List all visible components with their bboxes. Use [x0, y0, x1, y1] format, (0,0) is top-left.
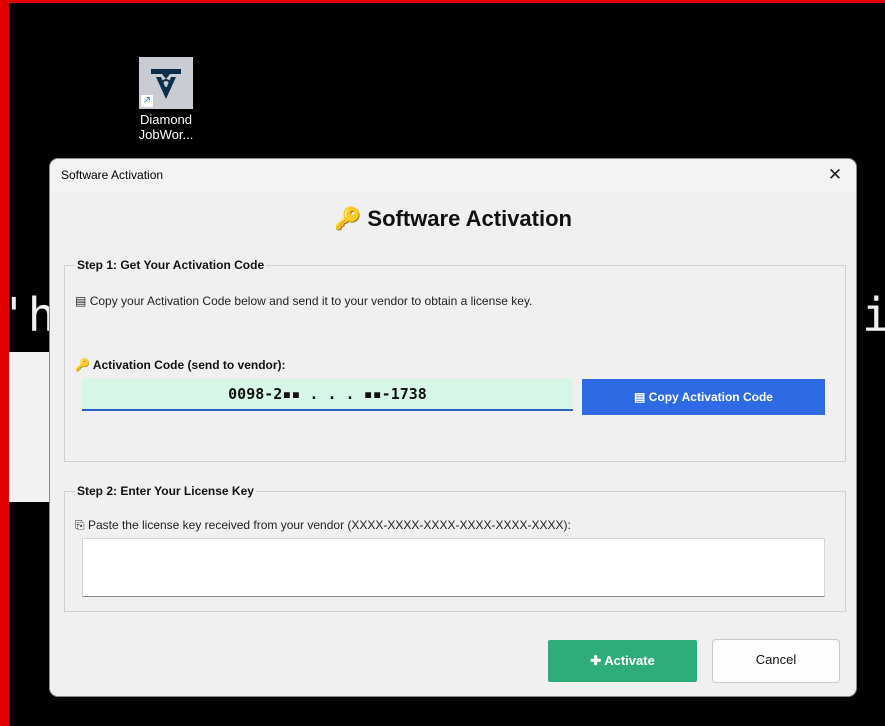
clipboard-icon: ▤: [75, 294, 87, 308]
background-text-left: 'h: [0, 288, 56, 342]
background-block-left: [0, 352, 50, 502]
activation-code-label: 🔑 Activation Code (send to vendor):: [75, 358, 286, 372]
dialog-heading-text: Software Activation: [367, 206, 572, 231]
desktop-icon-label-line1: Diamond: [139, 112, 193, 127]
step2-info: ⎘ Paste the license key received from yo…: [75, 518, 571, 533]
step2-info-text: Paste the license key received from your…: [87, 518, 571, 532]
step1-info: ▤ Copy your Activation Code below and se…: [75, 294, 532, 308]
shortcut-arrow-icon: ↗: [141, 95, 153, 107]
close-icon[interactable]: ✕: [822, 163, 848, 187]
dialog-window-title: Software Activation: [61, 168, 164, 182]
desktop-shortcut-diamond-jobwork[interactable]: ↗ Diamond JobWor...: [126, 57, 206, 142]
step2-group: Step 2: Enter Your License Key ⎘ Paste t…: [64, 484, 846, 612]
desktop-icon-label-line2: JobWor...: [138, 127, 194, 142]
dialog-content: 🔑 Software Activation Step 1: Get Your Ac…: [50, 192, 856, 696]
paste-icon: ⎘: [75, 518, 85, 532]
key-icon: 🔑: [334, 206, 362, 231]
step1-info-text: Copy your Activation Code below and send…: [89, 294, 533, 308]
activate-button[interactable]: ✚ Activate: [548, 640, 697, 682]
dialog-heading: 🔑 Software Activation: [50, 206, 856, 232]
cancel-button[interactable]: Cancel: [712, 639, 840, 683]
activation-code-label-text: Activation Code (send to vendor):: [92, 358, 286, 372]
license-key-input[interactable]: [82, 538, 825, 597]
software-activation-dialog: Software Activation ✕ 🔑 Software Activati…: [50, 159, 856, 696]
dialog-titlebar[interactable]: Software Activation ✕: [50, 159, 856, 192]
key-icon: 🔑: [75, 358, 90, 372]
activation-code-field[interactable]: 0098-2▪▪ . . . ▪▪-1738: [82, 379, 573, 411]
step1-title: Step 1: Get Your Activation Code: [75, 258, 267, 272]
app-logo-icon: ↗: [139, 57, 193, 109]
activate-button-label: Activate: [604, 653, 655, 668]
puzzle-icon: ✚: [590, 653, 602, 668]
copy-button-label: Copy Activation Code: [648, 390, 773, 404]
step1-group: Step 1: Get Your Activation Code ▤ Copy …: [64, 258, 846, 462]
copy-icon: ▤: [634, 390, 646, 404]
background-text-right: i: [862, 288, 885, 342]
copy-activation-code-button[interactable]: ▤ Copy Activation Code: [582, 379, 825, 415]
step2-title: Step 2: Enter Your License Key: [75, 484, 256, 498]
